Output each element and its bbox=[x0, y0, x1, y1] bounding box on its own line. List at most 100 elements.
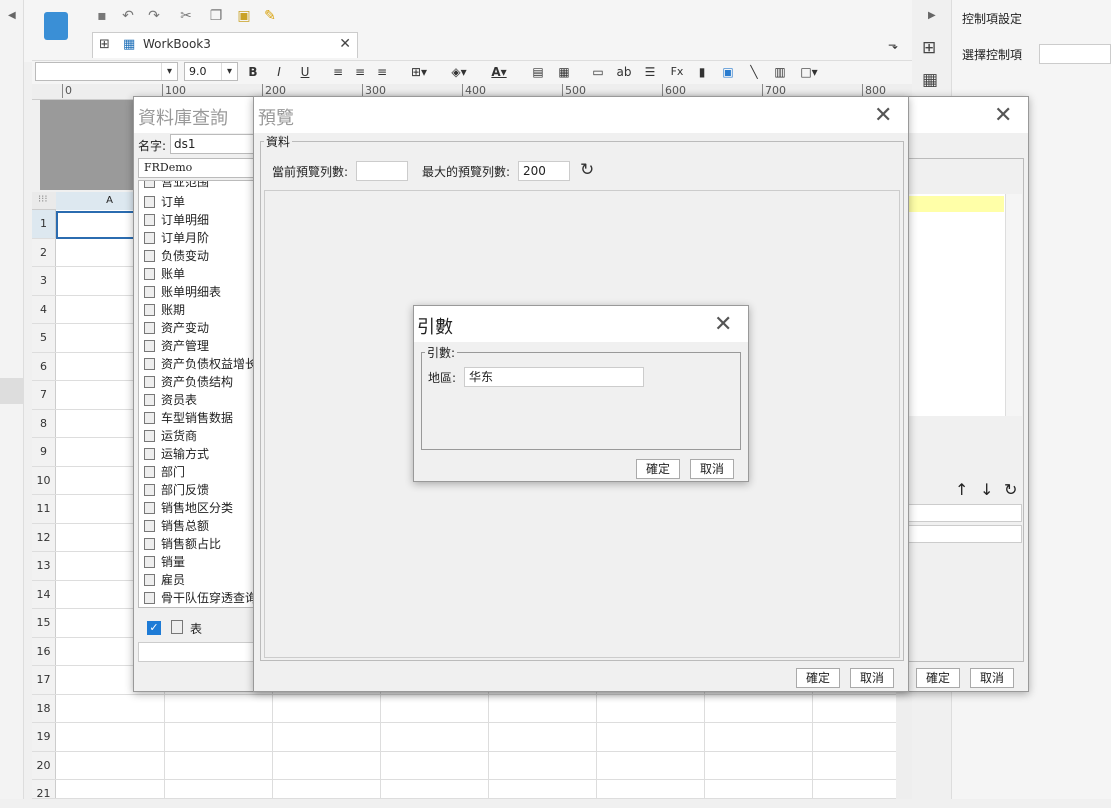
tab-menu-icon[interactable]: ⬎ bbox=[888, 38, 898, 52]
left-strip-tab[interactable] bbox=[0, 378, 24, 404]
row-number[interactable]: 8 bbox=[32, 409, 56, 437]
undo-icon[interactable]: ↶ bbox=[120, 8, 136, 24]
param-input[interactable] bbox=[908, 525, 1022, 543]
param-row-selected[interactable] bbox=[908, 196, 1004, 212]
fill-color-icon[interactable]: ◈▾ bbox=[446, 63, 472, 81]
cut-icon[interactable]: ✂ bbox=[178, 8, 194, 24]
list-item[interactable]: 营业范围 bbox=[139, 181, 253, 191]
text-icon[interactable]: ab bbox=[614, 63, 634, 81]
merge-icon[interactable]: ▤ bbox=[530, 63, 546, 81]
align-center-icon[interactable]: ≡ bbox=[352, 63, 368, 81]
region-input[interactable]: 华东 bbox=[464, 367, 644, 387]
row-number[interactable]: 9 bbox=[32, 438, 56, 466]
current-rows-field[interactable] bbox=[356, 161, 408, 181]
collapse-left-icon[interactable]: ◀ bbox=[8, 10, 16, 21]
max-rows-input[interactable]: 200 bbox=[518, 161, 570, 181]
row-number[interactable]: 3 bbox=[32, 267, 56, 295]
row-number[interactable]: 1 bbox=[32, 210, 56, 238]
close-icon[interactable]: ✕ bbox=[874, 105, 892, 127]
list-item[interactable]: 销售总额 bbox=[139, 517, 253, 535]
list-item[interactable]: 运输方式 bbox=[139, 445, 253, 463]
workbook-tab[interactable]: ⊞ ▦ WorkBook3 ✕ bbox=[92, 32, 358, 58]
select-control-input[interactable] bbox=[1039, 44, 1111, 64]
row-number[interactable]: 18 bbox=[32, 694, 56, 722]
row-number[interactable]: 21 bbox=[32, 780, 56, 800]
expand-right-icon[interactable]: ▶ bbox=[928, 10, 936, 21]
widget-settings-icon[interactable]: ▦ bbox=[922, 70, 938, 90]
db-query-cancel-button[interactable]: 取消 bbox=[970, 668, 1014, 688]
list-item[interactable]: 账单 bbox=[139, 265, 253, 283]
datasource-select[interactable]: FRDemo bbox=[138, 158, 254, 178]
refresh-icon[interactable]: ↻ bbox=[1004, 480, 1017, 499]
name-input[interactable]: ds1 bbox=[170, 134, 254, 154]
row-number[interactable]: 4 bbox=[32, 295, 56, 323]
row-number[interactable]: 6 bbox=[32, 352, 56, 380]
font-color-icon[interactable]: A▾ bbox=[484, 63, 514, 81]
row-number[interactable]: 14 bbox=[32, 580, 56, 608]
row-number[interactable]: 20 bbox=[32, 751, 56, 779]
border-icon[interactable]: ⊞▾ bbox=[406, 63, 432, 81]
list-item[interactable]: 资产负债权益增长 bbox=[139, 355, 253, 373]
list-item[interactable]: 车型销售数据 bbox=[139, 409, 253, 427]
image-icon[interactable]: ▣ bbox=[718, 63, 738, 81]
row-number[interactable]: 2 bbox=[32, 238, 56, 266]
list-item[interactable]: 资员表 bbox=[139, 391, 253, 409]
list-item[interactable]: 订单 bbox=[139, 193, 253, 211]
refresh-icon[interactable]: ↻ bbox=[580, 160, 594, 180]
font-family-select[interactable]: ▾ bbox=[35, 62, 178, 81]
italic-icon[interactable]: I bbox=[272, 63, 286, 81]
format-painter-icon[interactable]: ✎ bbox=[262, 8, 278, 24]
list-item[interactable]: 销售地区分类 bbox=[139, 499, 253, 517]
underline-icon[interactable]: U bbox=[298, 63, 312, 81]
row-number[interactable]: 5 bbox=[32, 324, 56, 352]
list-item[interactable]: 资产变动 bbox=[139, 319, 253, 337]
row-number[interactable]: 11 bbox=[32, 495, 56, 523]
param-scrollbar[interactable] bbox=[1005, 194, 1022, 416]
row-number[interactable]: 10 bbox=[32, 466, 56, 494]
list-item[interactable]: 订单明细 bbox=[139, 211, 253, 229]
list-item[interactable]: 部门反馈 bbox=[139, 481, 253, 499]
sql-input[interactable] bbox=[138, 642, 254, 662]
list-item[interactable]: 资产管理 bbox=[139, 337, 253, 355]
select-all-icon[interactable]: ⁝⁝⁝ bbox=[38, 194, 48, 205]
list-item[interactable]: 骨干队伍穿透查询 bbox=[139, 589, 253, 607]
table-list[interactable]: 营业范围 订单 订单明细 订单月阶 负债变动 账单 账单明细表 账期 资产变动 … bbox=[138, 180, 254, 608]
list-item[interactable]: 运货商 bbox=[139, 427, 253, 445]
save-icon[interactable]: ▪ bbox=[94, 8, 110, 24]
align-left-icon[interactable]: ≡ bbox=[330, 63, 346, 81]
unmerge-icon[interactable]: ▦ bbox=[556, 63, 572, 81]
copy-icon[interactable]: ❐ bbox=[208, 8, 224, 24]
slash-icon[interactable]: ╲ bbox=[744, 63, 764, 81]
app-logo-icon[interactable] bbox=[44, 12, 68, 40]
row-number[interactable]: 19 bbox=[32, 723, 56, 751]
list-item[interactable]: 资产负债结构 bbox=[139, 373, 253, 391]
float-element-icon[interactable]: □▾ bbox=[796, 63, 822, 81]
insert-field-icon[interactable]: ▭ bbox=[588, 63, 608, 81]
table-checkbox[interactable]: ✓ bbox=[147, 621, 161, 635]
list-item[interactable]: 销量 bbox=[139, 553, 253, 571]
parameter-cancel-button[interactable]: 取消 bbox=[690, 459, 734, 479]
align-right-icon[interactable]: ≡ bbox=[374, 63, 390, 81]
db-query-ok-button[interactable]: 確定 bbox=[916, 668, 960, 688]
list-item[interactable]: 雇员 bbox=[139, 571, 253, 589]
preview-ok-button[interactable]: 確定 bbox=[796, 668, 840, 688]
arrow-down-icon[interactable]: ↓ bbox=[980, 480, 993, 499]
richtext-icon[interactable]: ☰ bbox=[640, 63, 660, 81]
list-item[interactable]: 部门 bbox=[139, 463, 253, 481]
redo-icon[interactable]: ↷ bbox=[146, 8, 162, 24]
tab-close-icon[interactable]: ✕ bbox=[339, 36, 351, 52]
paste-icon[interactable]: ▣ bbox=[236, 8, 252, 24]
formula-icon[interactable]: Fx bbox=[666, 63, 688, 81]
close-icon[interactable]: ✕ bbox=[714, 314, 732, 336]
row-number[interactable]: 15 bbox=[32, 609, 56, 637]
list-item[interactable]: 账期 bbox=[139, 301, 253, 319]
list-item[interactable]: 订单月阶 bbox=[139, 229, 253, 247]
parameter-ok-button[interactable]: 確定 bbox=[636, 459, 680, 479]
row-number[interactable]: 17 bbox=[32, 666, 56, 694]
arrow-up-icon[interactable]: ↑ bbox=[955, 480, 968, 499]
close-icon[interactable]: ✕ bbox=[994, 105, 1012, 127]
subreport-icon[interactable]: ▥ bbox=[770, 63, 790, 81]
row-number[interactable]: 12 bbox=[32, 523, 56, 551]
param-input[interactable] bbox=[908, 504, 1022, 522]
list-item[interactable]: 销售额占比 bbox=[139, 535, 253, 553]
